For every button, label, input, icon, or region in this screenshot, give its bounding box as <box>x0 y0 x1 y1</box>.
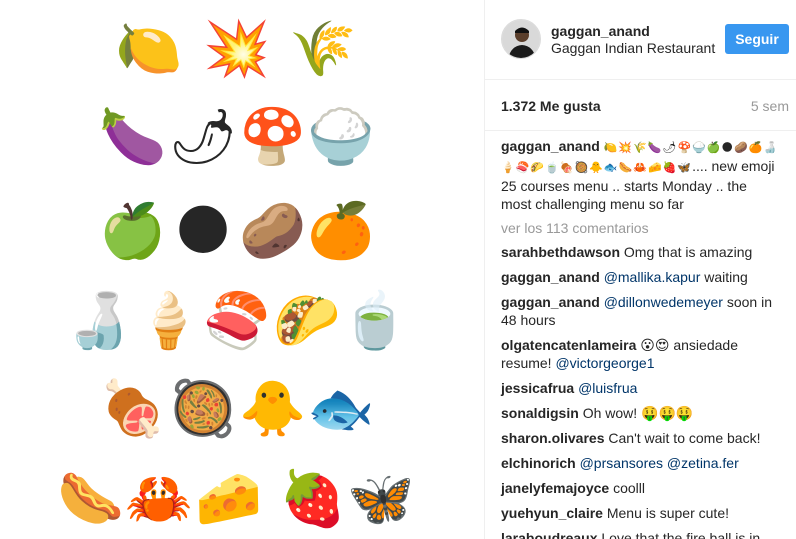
eggplant-emoji: 🍆 <box>99 105 167 168</box>
comment-username[interactable]: gaggan_anand <box>501 294 600 310</box>
emoji-row-6: 🌭 🦀 🧀 🍓 🦋 <box>0 462 484 539</box>
emoji-row-4: 🍶 🍦 🍣 🌮 🍵 <box>0 284 484 364</box>
cheese-emoji: 🧀 <box>195 467 263 530</box>
taco-emoji: 🌮 <box>273 289 341 352</box>
comment-text: Can't wait to come back! <box>608 430 761 446</box>
comment-username[interactable]: sarahbethdawson <box>501 244 620 260</box>
post-header: gaggan_anand Gaggan Indian Restaurant Se… <box>485 0 796 80</box>
sake-emoji: 🍶 <box>65 289 133 352</box>
collision-emoji: 💥 <box>203 17 271 80</box>
comment-text: Omg that is amazing <box>623 244 753 260</box>
comment-mention-link[interactable]: @prsansores @zetina.fer <box>580 455 739 471</box>
avatar[interactable] <box>501 19 541 59</box>
comment-username[interactable]: janelyfemajoyce <box>501 480 609 496</box>
strawberry-emoji: 🍓 <box>279 467 347 530</box>
comment-text: waiting <box>700 269 748 285</box>
rice-plant-emoji: 🌾 <box>289 17 357 80</box>
comments-area[interactable]: gaggan_anand 🍋💥🌾🍆🌶🍄🍚🍏🌑🥔🍊🍶🍦🍣🌮🍵🍖🥘🐥🐟🌭🦀🧀🍓🦋..… <box>485 130 796 539</box>
chick-emoji: 🐥 <box>239 377 307 440</box>
emoji-row-2: 🍆 🌶 🍄 🍚 <box>0 100 484 180</box>
comment-mention-link[interactable]: @dillonwedemeyer <box>604 294 723 310</box>
comment-username[interactable]: jessicafrua <box>501 380 574 396</box>
mushroom-emoji: 🍄 <box>239 105 307 168</box>
comment-mention-link[interactable]: @victorgeorge1 <box>555 355 654 371</box>
emoji-row-1: 🍋 💥 🌾 <box>0 12 484 92</box>
emoji-row-5: 🍖 🥘 🐥 🐟 <box>0 372 484 452</box>
meat-on-bone-emoji: 🍖 <box>99 377 167 440</box>
likes-row: 1.372 Me gusta 5 sem <box>501 98 789 116</box>
comment-item: janelyfemajoyce coolll <box>501 479 781 497</box>
green-apple-emoji: 🍏 <box>99 199 167 262</box>
comment-mention-link[interactable]: @luisfrua <box>578 380 637 396</box>
comment-text: Love that the fire ball is in <box>601 530 761 539</box>
comment-item: olgatencatenlameira 😮😍 ansiedade resume!… <box>501 336 781 372</box>
comment-username[interactable]: laraboudreaux <box>501 530 597 539</box>
user-avatar-icon <box>502 20 540 58</box>
comment-item: sarahbethdawson Omg that is amazing <box>501 243 781 261</box>
username-link[interactable]: gaggan_anand <box>551 23 650 39</box>
sushi-emoji: 🍣 <box>203 289 271 352</box>
comment-username[interactable]: olgatencatenlameira <box>501 337 636 353</box>
comment-username[interactable]: yuehyun_claire <box>501 505 603 521</box>
orange-emoji: 🍊 <box>307 199 375 262</box>
chili-pepper-emoji: 🌶 <box>168 105 238 168</box>
potato-emoji: 🥔 <box>239 199 307 262</box>
comment-username[interactable]: sonaldigsin <box>501 405 579 421</box>
lemon-emoji: 🍋 <box>115 17 183 80</box>
paella-emoji: 🥘 <box>169 377 237 440</box>
new-moon-emoji: 🌑 <box>174 199 232 262</box>
likes-count[interactable]: 1.372 Me gusta <box>501 98 601 114</box>
crab-emoji: 🦀 <box>125 467 193 530</box>
rice-bowl-emoji: 🍚 <box>307 105 375 168</box>
comment-item: laraboudreaux Love that the fire ball is… <box>501 529 781 539</box>
view-all-comments-link[interactable]: ver los 113 comentarios <box>501 220 781 236</box>
comment-item: sonaldigsin Oh wow! 🤑🤑🤑 <box>501 404 781 422</box>
comment-text: Oh wow! 🤑🤑🤑 <box>582 405 694 421</box>
comment-item: sharon.olivares Can't wait to come back! <box>501 429 781 447</box>
follow-button[interactable]: Seguir <box>725 24 789 54</box>
comment-username[interactable]: elchinorich <box>501 455 576 471</box>
comment-mention-link[interactable]: @mallika.kapur <box>604 269 701 285</box>
comment-item: jessicafrua @luisfrua <box>501 379 781 397</box>
tea-emoji: 🍵 <box>341 289 409 352</box>
butterfly-emoji: 🦋 <box>347 467 415 530</box>
comment-item: gaggan_anand @mallika.kapur waiting <box>501 268 781 286</box>
comment-text: Menu is super cute! <box>606 505 729 521</box>
post-age[interactable]: 5 sem <box>751 98 789 114</box>
emoji-row-3: 🍏 🌑 🥔 🍊 <box>0 194 484 274</box>
soft-ice-cream-emoji: 🍦 <box>135 289 203 352</box>
caption-username[interactable]: gaggan_anand <box>501 138 600 154</box>
location-link[interactable]: Gaggan Indian Restaurant <box>551 40 721 56</box>
comment-item: yuehyun_claire Menu is super cute! <box>501 504 781 522</box>
comment-item: gaggan_anand @dillonwedemeyer soon in 48… <box>501 293 781 329</box>
caption: gaggan_anand 🍋💥🌾🍆🌶🍄🍚🍏🌑🥔🍊🍶🍦🍣🌮🍵🍖🥘🐥🐟🌭🦀🧀🍓🦋..… <box>501 137 781 213</box>
comment-username[interactable]: sharon.olivares <box>501 430 605 446</box>
hot-dog-emoji: 🌭 <box>57 467 125 530</box>
comment-text: coolll <box>613 480 645 496</box>
comment-username[interactable]: gaggan_anand <box>501 269 600 285</box>
post-side-panel: gaggan_anand Gaggan Indian Restaurant Se… <box>484 0 796 539</box>
comments-list: gaggan_anand 🍋💥🌾🍆🌶🍄🍚🍏🌑🥔🍊🍶🍦🍣🌮🍵🍖🥘🐥🐟🌭🦀🧀🍓🦋..… <box>485 131 796 539</box>
post-image[interactable]: 🍋 💥 🌾 🍆 🌶 🍄 🍚 🍏 🌑 🥔 🍊 🍶 🍦 🍣 🌮 🍵 🍖 🥘 🐥 🐟 … <box>0 0 484 539</box>
comment-item: elchinorich @prsansores @zetina.fer <box>501 454 781 472</box>
fish-emoji: 🐟 <box>307 377 375 440</box>
